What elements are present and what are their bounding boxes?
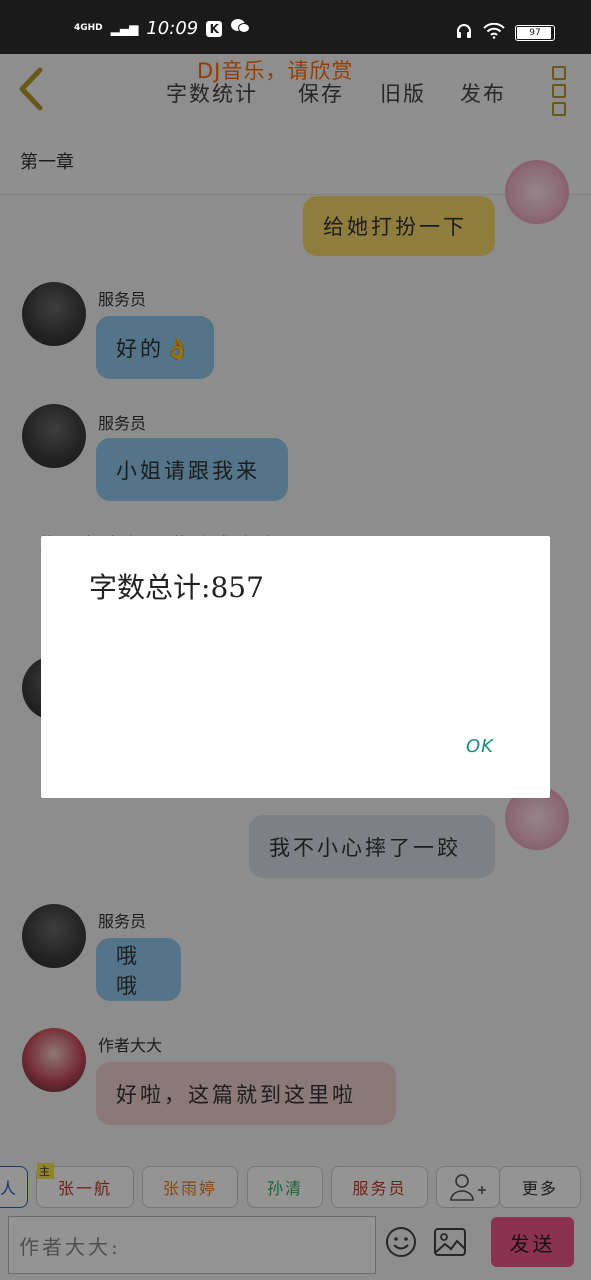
battery-level: 97 bbox=[529, 28, 541, 38]
battery-icon: 97 bbox=[515, 25, 555, 41]
k-badge-icon: K bbox=[206, 20, 223, 37]
status-right: 97 bbox=[455, 22, 555, 44]
dialog-label: 字数总计 bbox=[89, 571, 202, 604]
status-left: 4GHD ▂▄▆ 10:09 K bbox=[74, 18, 251, 39]
wifi-icon bbox=[483, 22, 505, 43]
dialog-message: 字数总计:857 bbox=[89, 566, 264, 606]
network-indicator: 4GHD bbox=[74, 23, 103, 33]
headphone-icon bbox=[455, 22, 473, 44]
dialog-value: :857 bbox=[201, 571, 264, 604]
signal-icon: ▂▄▆ bbox=[110, 21, 139, 36]
word-count-dialog: 字数总计:857 OK bbox=[41, 536, 550, 798]
wechat-icon bbox=[230, 18, 251, 39]
status-time: 10:09 bbox=[146, 18, 199, 39]
ok-button[interactable]: OK bbox=[466, 736, 494, 757]
status-bar: 4GHD ▂▄▆ 10:09 K 97 bbox=[0, 0, 591, 54]
